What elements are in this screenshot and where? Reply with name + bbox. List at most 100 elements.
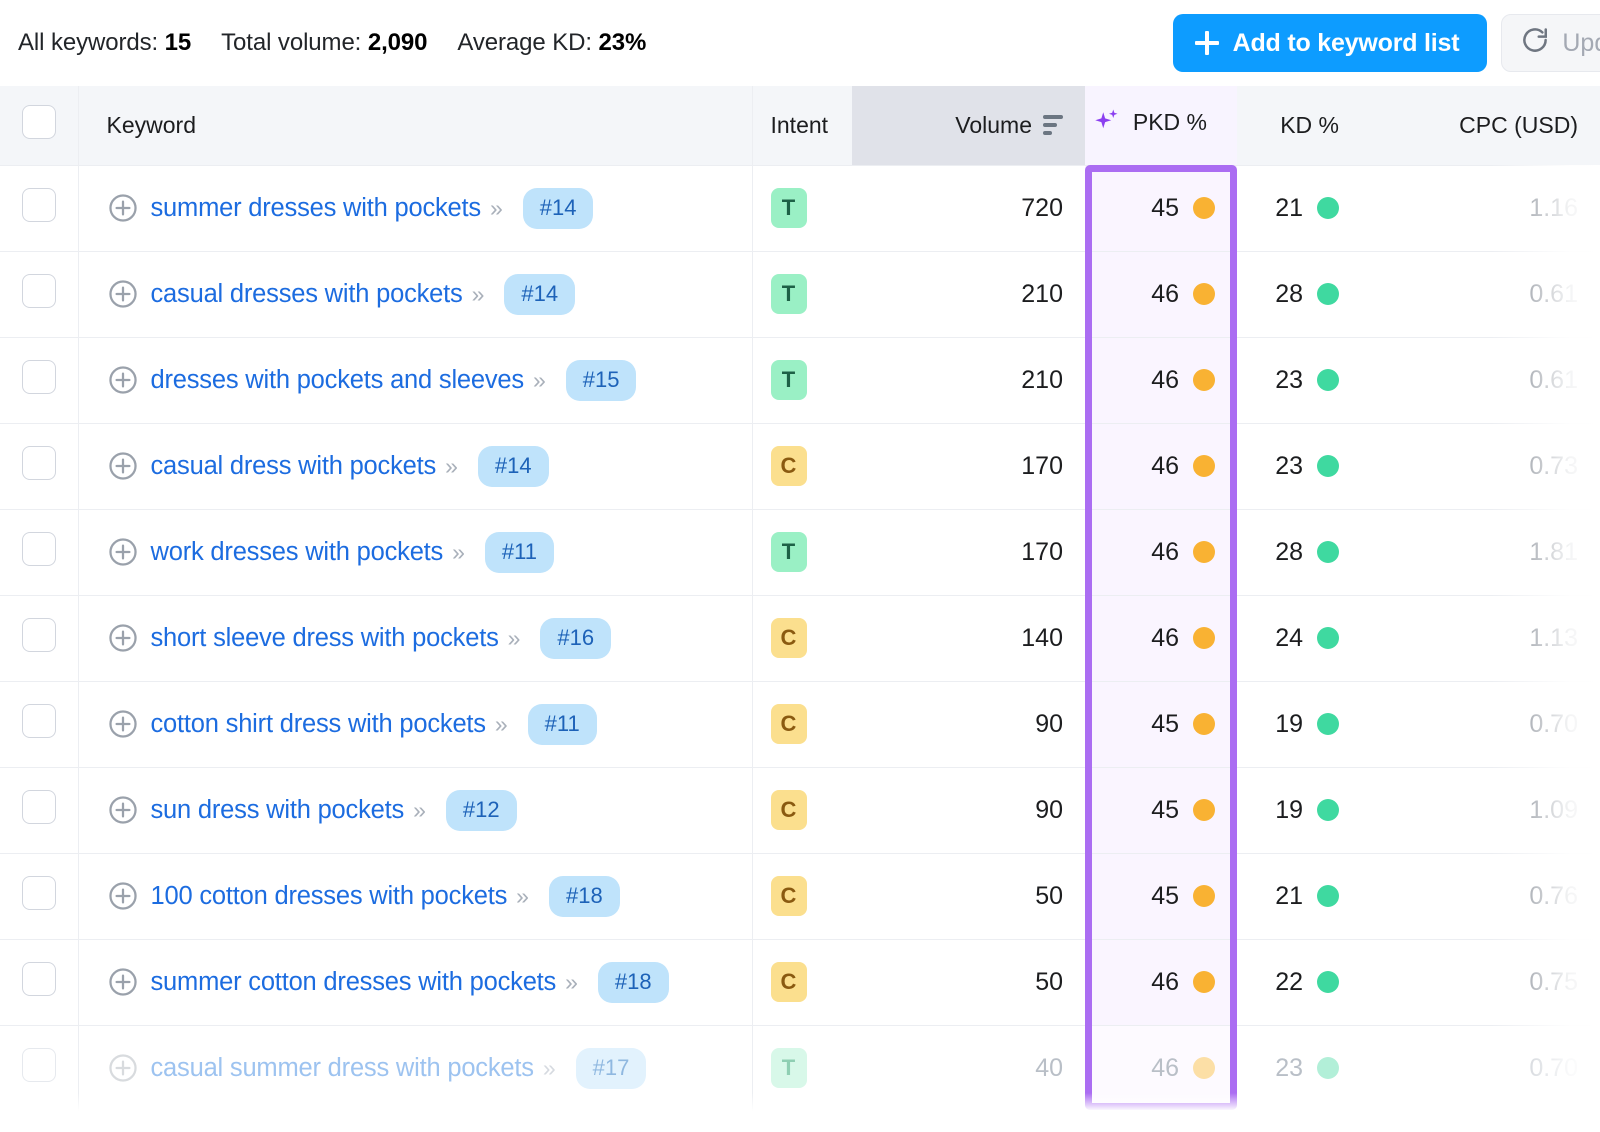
sort-descending-icon[interactable] [1043,115,1063,136]
column-header-keyword[interactable]: Keyword [78,86,753,165]
update-button[interactable]: Update [1501,14,1600,72]
expand-chevron-icon[interactable]: » [445,453,458,480]
table-row[interactable]: casual dress with pockets » #14 C 170 46 23 0.7… [0,422,1600,509]
keyword-link[interactable]: casual dresses with pockets [151,280,463,309]
add-keyword-icon[interactable] [107,708,139,740]
keyword-link[interactable]: summer cotton dresses with pockets [151,968,557,997]
intent-badge[interactable]: C [770,704,807,744]
expand-chevron-icon[interactable]: » [472,281,485,308]
stat-total-volume-value: 2,090 [367,29,428,56]
column-header-kd-label: KD % [1280,111,1339,138]
table-row[interactable]: dresses with pockets and sleeves » #15 T 210… [0,336,1600,423]
expand-chevron-icon[interactable]: » [533,367,546,394]
row-checkbox[interactable] [21,789,56,824]
intent-badge[interactable]: T [770,360,807,400]
column-header-kd[interactable]: KD % [1237,86,1347,165]
keyword-link[interactable]: casual dress with pockets [151,452,437,481]
add-keyword-icon[interactable] [107,278,139,310]
column-header-pkd[interactable]: PKD % [1085,86,1237,165]
expand-chevron-icon[interactable]: » [490,195,503,222]
table-row[interactable]: sun dress with pockets » #12 C 90 45 19 1.09 [0,766,1600,853]
keyword-link[interactable]: work dresses with pockets [151,538,444,567]
row-checkbox[interactable] [21,273,56,308]
add-keyword-icon[interactable] [107,536,139,568]
table-row[interactable]: short sleeve dress with pockets » #16 C 140 4… [0,594,1600,681]
pkd-cell: 46 [1085,594,1237,681]
kd-cell: 22 [1237,938,1347,1025]
intent-badge[interactable]: T [770,274,807,314]
keyword-link[interactable]: short sleeve dress with pockets [151,624,499,653]
keyword-link[interactable]: sun dress with pockets [151,796,405,825]
row-checkbox[interactable] [21,445,56,480]
intent-badge[interactable]: C [770,962,807,1002]
select-all-checkbox[interactable] [21,105,56,140]
expand-chevron-icon[interactable]: » [508,625,521,652]
table-row[interactable]: work dresses with pockets » #11 T 170 46 28 1.8… [0,508,1600,595]
add-keyword-icon[interactable] [107,1052,139,1084]
rank-badge: #17 [575,1047,647,1089]
table-row[interactable]: casual summer dress with pockets » #17 T 40 4… [0,1024,1600,1111]
row-checkbox[interactable] [21,961,56,996]
rank-badge: #16 [540,617,612,659]
expand-chevron-icon[interactable]: » [452,539,465,566]
add-keyword-icon[interactable] [107,192,139,224]
kd-value: 23 [1275,451,1303,480]
column-header-volume-label: Volume [955,111,1032,138]
row-checkbox[interactable] [21,617,56,652]
row-select-cell [0,938,79,1025]
expand-chevron-icon[interactable]: » [516,883,529,910]
row-checkbox[interactable] [21,875,56,910]
intent-badge[interactable]: C [770,876,807,916]
pkd-level-dot [1193,1057,1215,1080]
pkd-level-dot [1193,197,1215,219]
table-row[interactable]: summer cotton dresses with pockets » #18 C 5… [0,938,1600,1025]
pkd-value: 45 [1151,193,1179,222]
row-select-cell [0,422,79,509]
keyword-link[interactable]: cotton shirt dress with pockets [151,710,487,739]
table-row[interactable]: casual dresses with pockets » #14 T 210 46 28 0… [0,250,1600,337]
intent-badge[interactable]: T [770,1048,807,1089]
keyword-link[interactable]: casual summer dress with pockets [151,1054,535,1083]
expand-chevron-icon[interactable]: » [543,1055,556,1082]
add-keyword-icon[interactable] [107,880,139,912]
plus-icon [1194,31,1219,55]
pkd-value: 45 [1151,795,1179,824]
intent-badge[interactable]: C [770,790,807,830]
row-select-cell [0,508,79,595]
row-checkbox[interactable] [21,703,56,738]
table-row[interactable]: 100 cotton dresses with pockets » #18 C 50 45… [0,852,1600,939]
intent-badge[interactable]: C [770,446,807,486]
intent-badge[interactable]: C [770,618,807,658]
add-keyword-icon[interactable] [107,966,139,998]
expand-chevron-icon[interactable]: » [495,711,508,738]
expand-chevron-icon[interactable]: » [413,797,426,824]
rank-badge: #14 [522,187,594,229]
keyword-link[interactable]: dresses with pockets and sleeves [151,366,525,395]
keyword-link[interactable]: 100 cotton dresses with pockets [151,882,508,911]
pkd-cell: 45 [1085,852,1237,939]
kd-value: 24 [1275,623,1303,652]
expand-chevron-icon[interactable]: » [565,969,578,996]
table-row[interactable]: cotton shirt dress with pockets » #11 C 90 45… [0,680,1600,767]
add-keyword-icon[interactable] [107,622,139,654]
cpc-cell: 1.13 [1347,594,1600,681]
intent-badge[interactable]: T [770,188,807,228]
add-keyword-icon[interactable] [107,794,139,826]
column-header-intent[interactable]: Intent [752,86,852,165]
add-keyword-icon[interactable] [107,364,139,396]
intent-badge[interactable]: T [770,532,807,572]
stat-all-keywords: All keywords: 15 [18,29,191,57]
pkd-level-dot [1193,799,1215,821]
column-header-cpc[interactable]: CPC (USD) [1347,86,1600,165]
pkd-value: 45 [1151,709,1179,738]
add-to-keyword-list-button[interactable]: Add to keyword list [1172,14,1488,72]
intent-cell: C [752,766,852,853]
keyword-link[interactable]: summer dresses with pockets [151,194,482,223]
table-row[interactable]: summer dresses with pockets » #14 T 720 45 21 1… [0,164,1600,251]
add-keyword-icon[interactable] [107,450,139,482]
row-checkbox[interactable] [21,531,56,566]
row-checkbox[interactable] [21,1047,56,1082]
column-header-volume[interactable]: Volume [852,86,1085,165]
row-checkbox[interactable] [21,187,56,222]
row-checkbox[interactable] [21,359,56,394]
